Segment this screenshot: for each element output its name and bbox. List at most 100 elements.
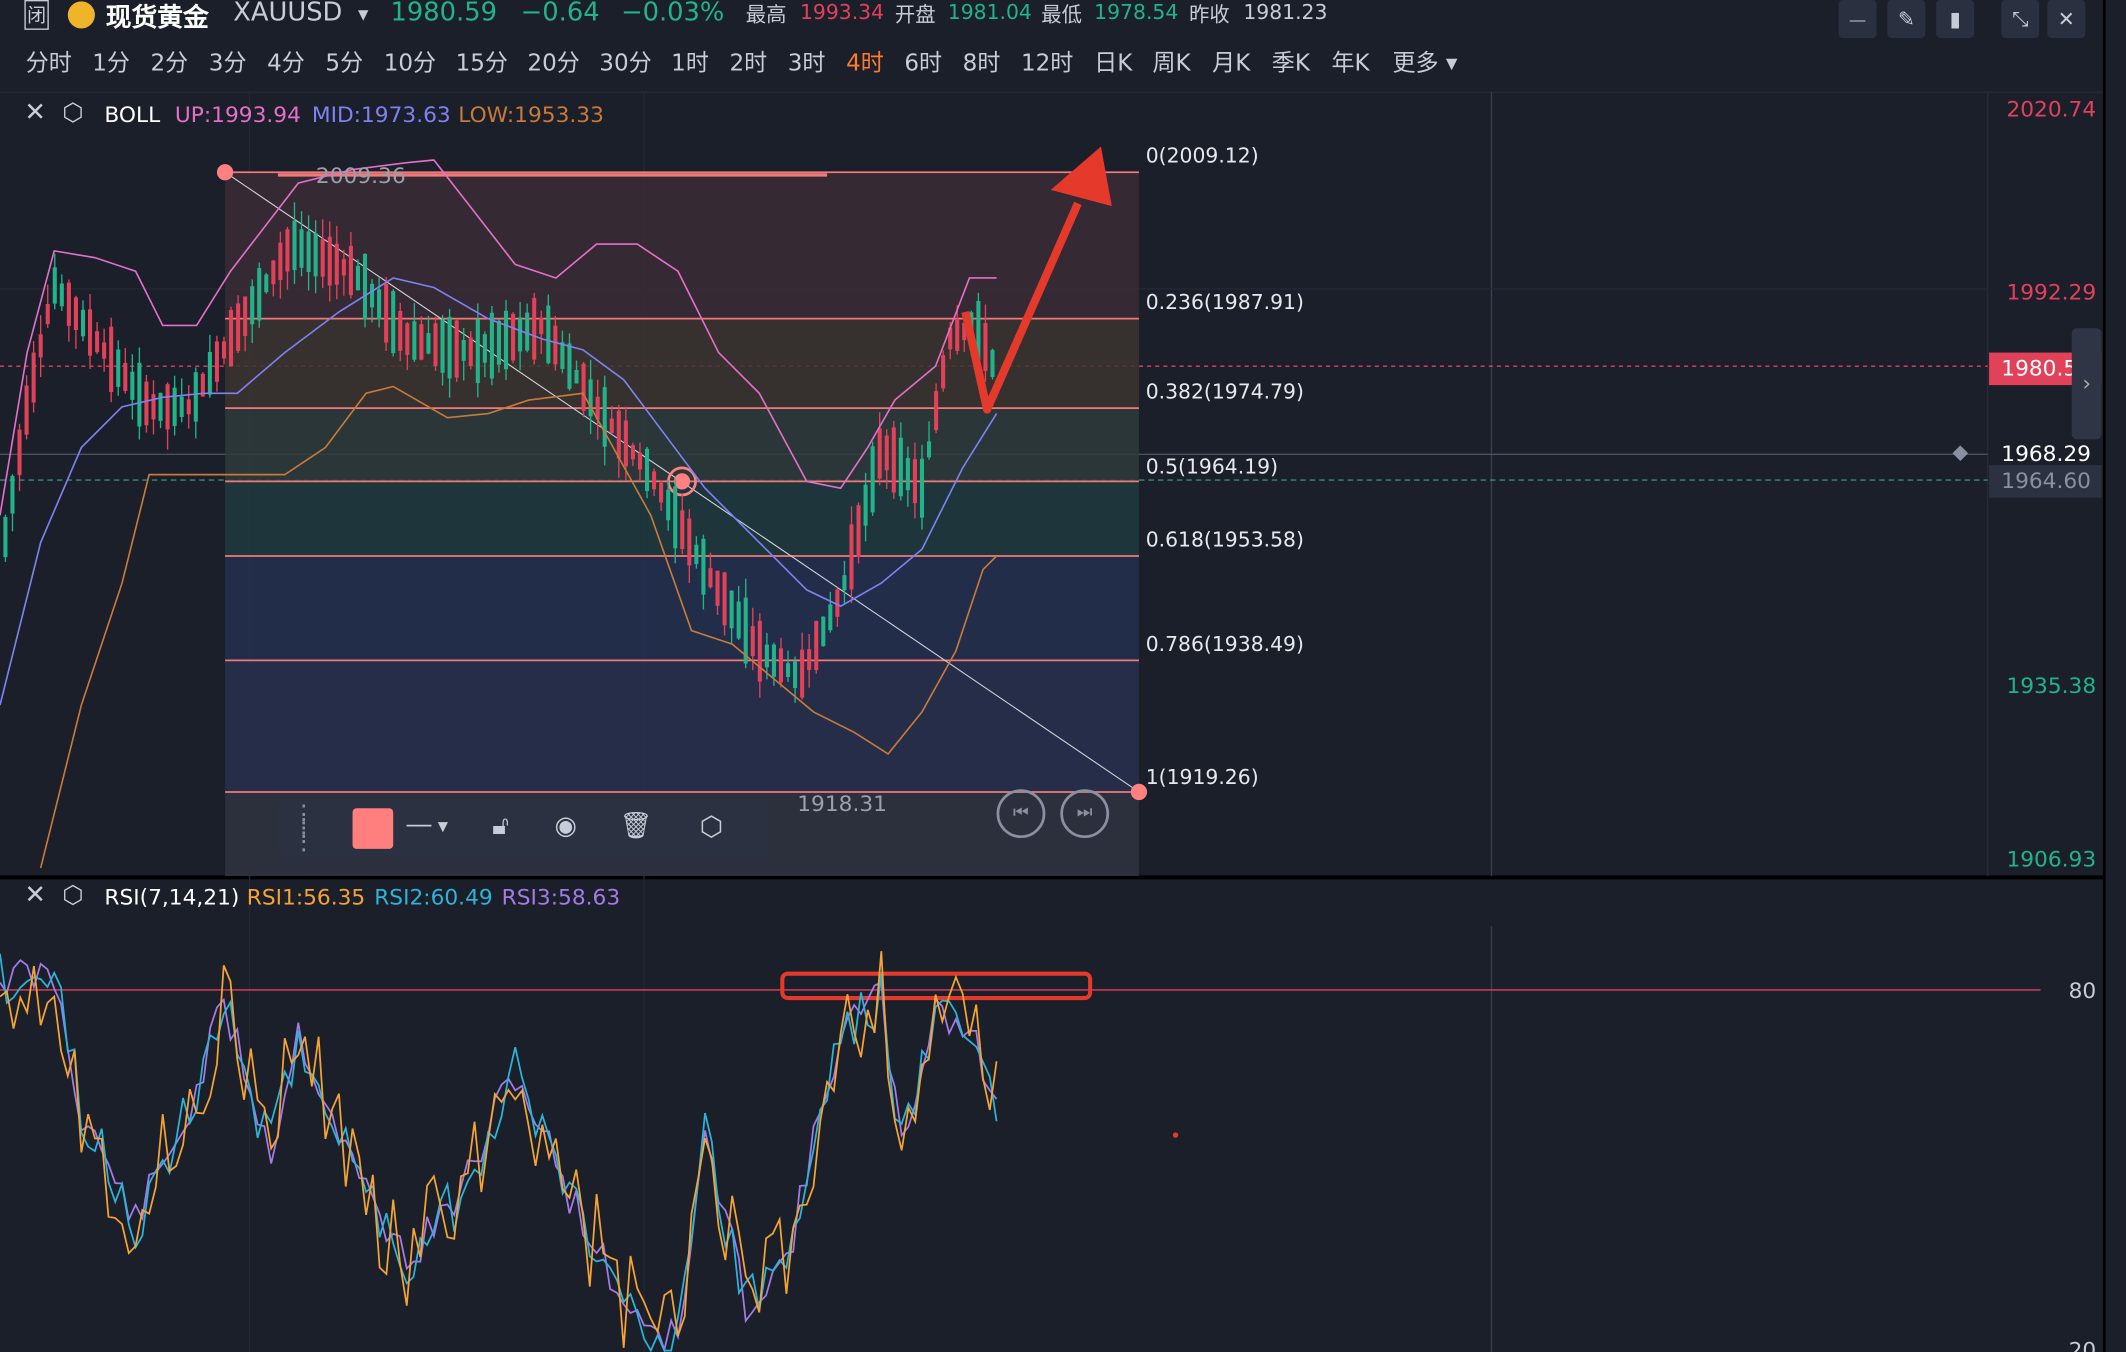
candle-body xyxy=(95,331,100,353)
color-swatch[interactable] xyxy=(352,808,394,849)
candle-body xyxy=(405,323,410,355)
candle-body xyxy=(616,410,621,459)
candle-body xyxy=(193,372,198,422)
fib-label-0786: 0.786(1938.49) xyxy=(1145,631,1304,657)
axis-label-lower: 1935.38 xyxy=(2006,672,2097,699)
candle-body xyxy=(927,441,932,458)
candle-body xyxy=(489,312,494,379)
candle-body xyxy=(172,387,177,426)
candle-body xyxy=(694,544,699,565)
rsi-settings-icon[interactable]: ⬡ xyxy=(62,881,83,909)
high-marker-label: 2009.36 xyxy=(315,162,406,189)
candle-body xyxy=(257,268,262,321)
boll-low: LOW:1953.33 xyxy=(458,101,604,128)
candle-body xyxy=(73,297,78,331)
candle-body xyxy=(877,428,882,479)
settings-icon[interactable]: ⬡ xyxy=(62,99,83,127)
fib-label-05: 0.5(1964.19) xyxy=(1145,454,1279,479)
candle-body xyxy=(673,486,678,549)
chevron-right-icon[interactable]: › xyxy=(2071,328,2102,440)
candle-body xyxy=(496,320,501,365)
candle-body xyxy=(912,459,917,504)
candle-body xyxy=(821,616,826,647)
candle-body xyxy=(955,318,960,351)
candle-body xyxy=(856,505,861,557)
candle-body xyxy=(327,236,332,286)
candle-body xyxy=(214,341,219,382)
trash-icon[interactable]: 🗑︎ xyxy=(620,810,653,841)
candle-body xyxy=(771,644,776,677)
line-style-icon[interactable]: ── ▾ xyxy=(407,814,448,838)
candle-body xyxy=(602,387,607,447)
candle-body xyxy=(285,229,290,272)
axis-label-top: 2020.74 xyxy=(2006,96,2097,123)
candle-body xyxy=(412,321,417,360)
candle-body xyxy=(990,349,995,377)
candle-body xyxy=(31,352,36,403)
candle-body xyxy=(793,661,798,689)
candle-body xyxy=(807,649,812,670)
candle-body xyxy=(736,601,741,639)
candle-body xyxy=(764,644,769,668)
candle-body xyxy=(165,384,170,430)
chart-canvas[interactable] xyxy=(0,0,2126,1352)
candle-body xyxy=(800,649,805,698)
candle-body xyxy=(609,418,614,434)
close-indicator-icon[interactable]: ✕ xyxy=(24,98,46,128)
candle-body xyxy=(870,446,875,513)
candle-body xyxy=(377,289,382,320)
boll-name: BOLL xyxy=(104,101,161,128)
candle-body xyxy=(17,429,22,476)
candle-body xyxy=(362,254,368,320)
drawing-settings-icon[interactable]: ⬡ xyxy=(700,810,724,843)
candle-body xyxy=(553,325,558,365)
fib-label-0: 0(2009.12) xyxy=(1145,143,1259,169)
rsi3-value: RSI3:58.63 xyxy=(501,884,621,910)
close-rsi-icon[interactable]: ✕ xyxy=(24,880,46,910)
drag-handle-icon[interactable]: ⋮ ⋮ ⋮ xyxy=(292,802,316,854)
candle-body xyxy=(52,267,57,304)
candle-body xyxy=(398,310,403,351)
candle-body xyxy=(722,572,727,626)
candle-body xyxy=(785,663,791,677)
rsi3-line xyxy=(0,959,998,1352)
candle-body xyxy=(299,229,304,268)
candle-body xyxy=(137,362,142,427)
fib-label-0618: 0.618(1953.58) xyxy=(1145,527,1304,552)
candle-body xyxy=(482,334,487,363)
candle-body xyxy=(426,333,431,354)
rsi1-line xyxy=(0,951,998,1348)
candle-body xyxy=(757,620,762,682)
bell-icon[interactable]: ◆ xyxy=(1952,439,1968,463)
candle-body xyxy=(419,324,424,360)
fib-zone-1 xyxy=(225,318,1139,409)
drawing-toolbar: ⋮ ⋮ ⋮ ── ▾ 🔓︎ ◉ 🗑︎ ⬡ xyxy=(277,800,769,858)
rsi-dot xyxy=(1172,1132,1179,1138)
candle-body xyxy=(539,317,544,335)
fib-anchor-end xyxy=(1130,783,1148,801)
candle-body xyxy=(278,242,283,281)
candle-body xyxy=(518,317,523,352)
candle-body xyxy=(729,590,734,629)
eye-icon[interactable]: ◉ xyxy=(555,811,577,841)
fib-label-0236: 0.236(1987.91) xyxy=(1145,290,1304,315)
candle-body xyxy=(652,471,657,490)
chart-app: 闭 现货黄金 XAUUSD ▼ 1980.59 −0.64 −0.03% 最高 … xyxy=(0,0,2126,1352)
candle-body xyxy=(447,316,452,379)
candle-body xyxy=(80,309,86,337)
fib-zone-5 xyxy=(225,660,1139,792)
candle-body xyxy=(334,243,339,285)
next-step-icon[interactable]: ⏭︎ xyxy=(1060,789,1110,839)
candle-body xyxy=(341,259,346,276)
alert-price-tag-2[interactable]: 1964.60 xyxy=(1989,465,2102,498)
rsi1-value: RSI1:56.35 xyxy=(246,884,366,910)
unlock-icon[interactable]: 🔓︎ xyxy=(492,811,509,841)
candle-body xyxy=(546,305,551,364)
candle-body xyxy=(919,458,925,518)
prev-step-icon[interactable]: ⏮︎ xyxy=(996,789,1046,839)
fib-label-0382: 0.382(1974.79) xyxy=(1145,379,1304,405)
candle-body xyxy=(370,283,375,308)
candle-body xyxy=(814,620,819,671)
low-marker-label: 1918.31 xyxy=(797,790,887,817)
candle-body xyxy=(59,283,64,307)
